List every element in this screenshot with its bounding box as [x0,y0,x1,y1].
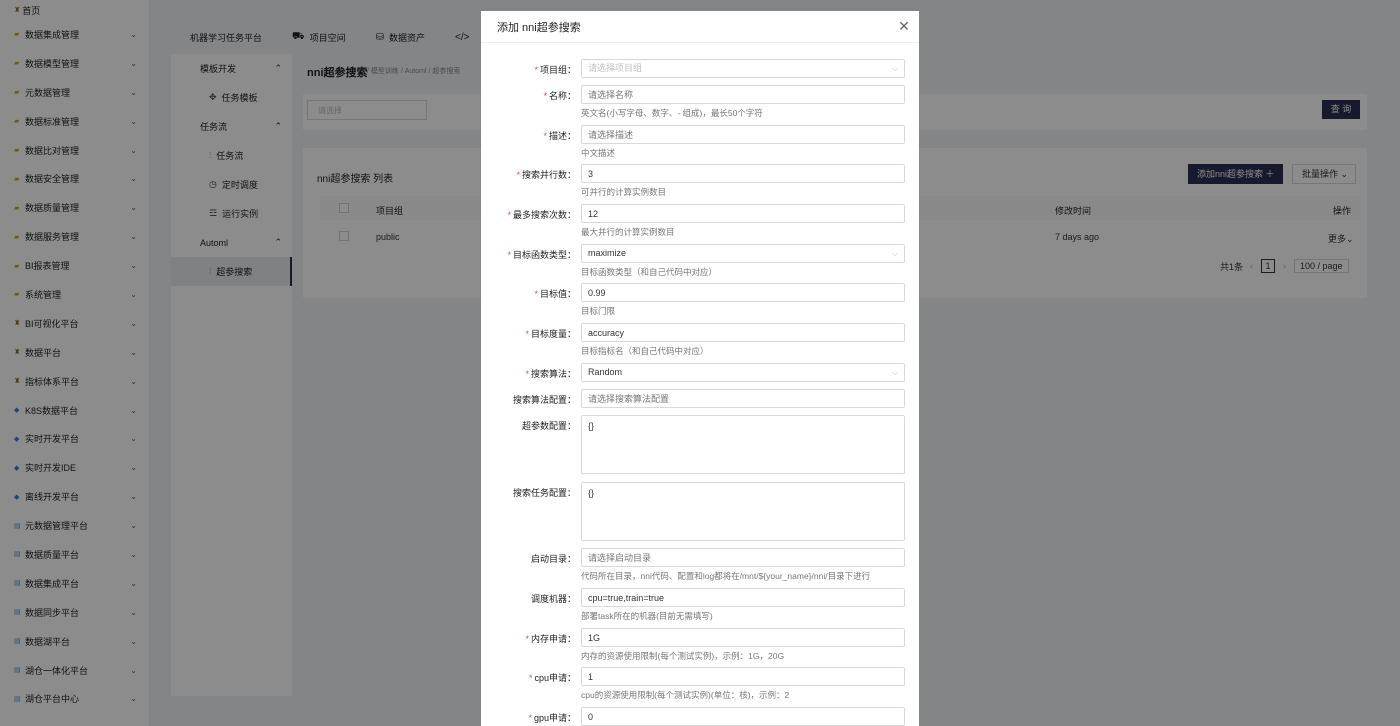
cpu-input[interactable] [581,667,905,686]
chevron-down-icon: ⌵ [891,249,898,258]
modal-title: 添加 nni超参搜索 [497,21,581,34]
workdir-input[interactable] [581,548,905,567]
max-trials-input[interactable] [581,204,905,223]
chevron-down-icon: ⌵ [891,368,898,377]
objective-type-select[interactable]: maximize ⌵ [581,244,905,263]
field-label: * 描述： [543,131,576,141]
hyper-config-textarea[interactable]: {} [581,415,905,474]
field-label: * 内存申请： [525,634,576,644]
project-select[interactable]: 请选择项目组 ⌵ [581,59,905,78]
field-label: * 最多搜索次数： [507,210,576,220]
field-help: 目标指标名（和自己代码中对应） [581,346,709,356]
goal-input[interactable] [581,283,905,302]
field-label: * gpu申请： [528,713,576,723]
modal-header: 添加 nni超参搜索 ✕ [481,11,919,43]
field-label: * cpu申请： [528,673,576,683]
parallel-input[interactable] [581,164,905,183]
close-icon[interactable]: ✕ [889,18,919,35]
field-help: 部署task所在的机器(目前无需填写) [581,611,713,621]
field-label: * 名称： [543,91,576,101]
chevron-down-icon: ⌵ [891,64,898,73]
field-label: 搜索任务配置： [512,488,576,498]
field-help: 可并行的计算实例数目 [581,187,667,197]
field-label: * 搜索并行数： [516,170,576,180]
field-label: 调度机器： [530,594,576,604]
field-label: 启动目录： [530,554,576,564]
node-selector-input[interactable] [581,588,905,607]
field-label: * 目标度量： [525,329,576,339]
field-help: 目标函数类型（和自己代码中对应） [581,267,718,277]
algorithm-select[interactable]: Random ⌵ [581,363,905,382]
field-help: cpu的资源使用限制(每个测试实例)(单位：核)，示例：2 [581,690,790,700]
gpu-input[interactable] [581,707,905,726]
name-input[interactable] [581,85,905,104]
field-label: 超参数配置： [521,421,576,431]
field-label: * 项目组： [534,65,576,75]
field-label: 搜索算法配置： [512,395,576,405]
field-label: * 目标函数类型： [507,250,576,260]
field-help: 代码所在目录，nni代码、配置和log都将在/mnt/${your_name}/… [581,571,871,581]
field-help: 英文名(小写字母、数字、- 组成)，最长50个字符 [581,108,763,118]
memory-input[interactable] [581,628,905,647]
metric-input[interactable] [581,323,905,342]
field-help: 内存的资源使用限制(每个测试实例)，示例：1G，20G [581,651,785,661]
description-input[interactable] [581,125,905,144]
field-help: 最大并行的计算实例数目 [581,227,675,237]
algo-config-input[interactable] [581,389,905,408]
add-hyper-search-modal: 添加 nni超参搜索 ✕ *项目组： 请选择项目组 ⌵ *名称： 英文名(小写字… [481,11,919,726]
field-label: * 目标值： [534,289,576,299]
field-help: 中文描述 [581,148,616,158]
field-help: 目标门限 [581,306,616,316]
field-label: * 搜索算法： [525,369,576,379]
task-config-textarea[interactable]: {} [581,482,905,541]
